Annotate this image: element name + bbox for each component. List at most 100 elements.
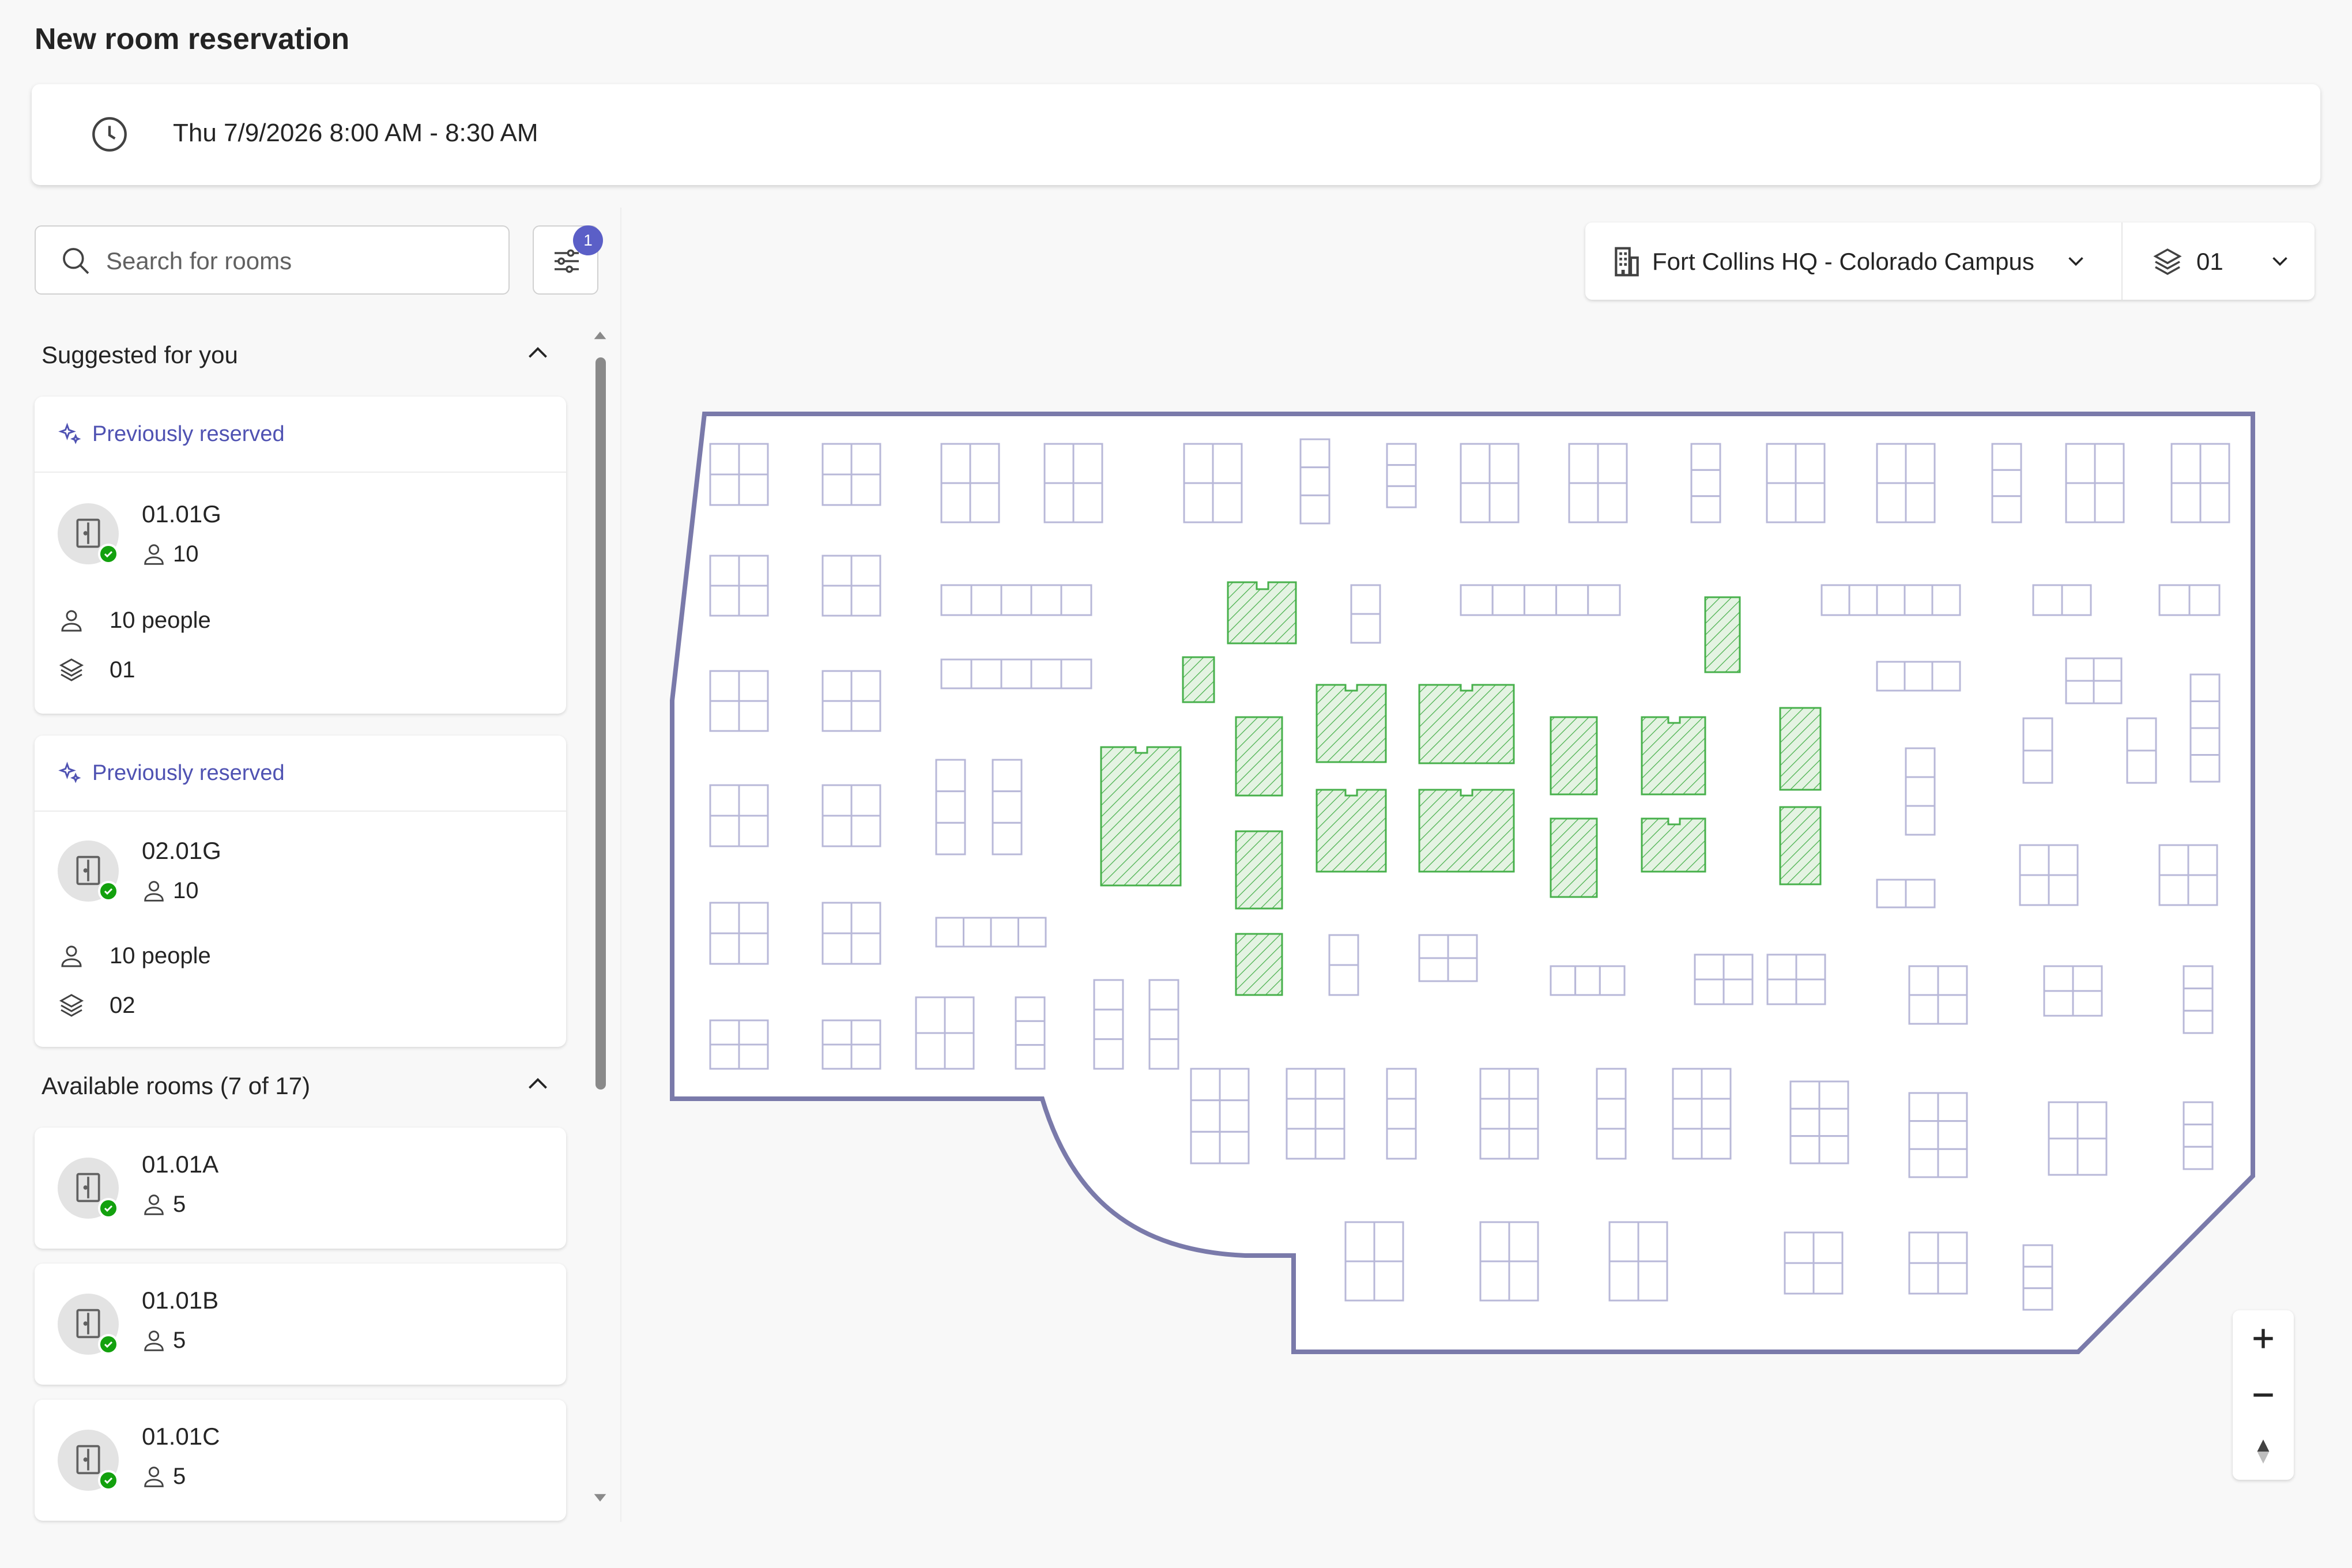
room-cell [1766,443,1797,484]
room-cell [2022,1265,2053,1290]
available-room[interactable] [1316,789,1387,873]
time-range: Thu 7/9/2026 8:00 AM - 8:30 AM [173,119,538,147]
room-cell [970,658,1002,689]
room-name: 02.01G [142,837,221,864]
zoom-in-button[interactable] [2233,1310,2294,1366]
chevron-up-icon[interactable] [523,1070,552,1099]
room-cell [1818,1080,1849,1110]
room-cell [1373,1221,1404,1262]
room-cell [738,815,769,847]
available-check-icon [98,544,119,564]
room-cell [1876,584,1906,616]
room-cell [2126,749,2157,784]
available-room[interactable] [1100,746,1182,887]
chevron-up-icon[interactable] [523,339,552,368]
room-cell [850,473,881,506]
room-cell [850,1043,881,1070]
room-cell [1905,482,1936,523]
scroll-down-arrow[interactable] [593,1490,608,1505]
available-room[interactable] [1235,933,1283,996]
room-cell [2061,584,2092,616]
room-capacity: 5 [141,1191,186,1218]
room-cell [1599,965,1626,996]
available-room[interactable] [1418,789,1515,873]
room-cell [1876,661,1906,692]
room-cell [935,821,966,855]
room-cell [1386,443,1417,466]
available-room[interactable] [1641,716,1706,796]
available-room[interactable] [1550,817,1598,898]
zoom-out-button[interactable] [2233,1367,2294,1422]
room-card[interactable]: 01.01A 5 [35,1128,566,1249]
room-cell [2093,680,2123,704]
room-cell [2076,1137,2108,1176]
room-cell [1460,584,1494,616]
previously-reserved-tag: Previously reserved [92,761,285,785]
room-cell [821,1019,853,1046]
room-cell [1072,443,1103,484]
room-cell [2189,700,2221,729]
room-cell [821,784,853,817]
room-cell [1701,1068,1732,1100]
room-cell [1701,1098,1732,1130]
room-card[interactable]: 01.01C 5 [35,1400,566,1521]
available-room[interactable] [1227,581,1297,644]
available-room[interactable] [1779,806,1822,885]
available-room[interactable] [1235,830,1283,910]
building-label: Fort Collins HQ - Colorado Campus [1652,248,2034,275]
room-cell [1597,482,1628,523]
room-cell [1043,482,1075,523]
room-cell [2072,990,2103,1017]
room-cell [821,932,853,965]
room-cell [1848,584,1878,616]
available-room[interactable] [1182,656,1215,703]
room-cell [1212,482,1243,523]
floor-dropdown[interactable]: 01 [2123,223,2315,300]
room-cell [850,815,881,847]
time-selector[interactable]: Thu 7/9/2026 8:00 AM - 8:30 AM [32,84,2320,185]
door-icon [76,1445,100,1475]
available-room[interactable] [1779,707,1822,791]
room-cell [1190,1068,1221,1102]
room-cell [1789,1080,1820,1110]
compass-button[interactable] [2233,1423,2294,1479]
person-icon [61,610,82,632]
available-room[interactable] [1704,596,1741,673]
suggested-room-card[interactable]: Previously reserved 01.01G 10 10 people … [35,397,566,714]
room-cell [1015,1044,1046,1070]
person-icon [61,945,82,967]
available-room[interactable] [1418,684,1515,764]
room-cell [969,443,1000,484]
room-cell [738,555,769,587]
room-cell [850,555,881,587]
room-cell [1344,1260,1375,1302]
layers-icon [2153,248,2182,276]
room-cell [1447,957,1478,982]
room-cell [738,784,769,817]
avatar [58,840,119,902]
building-dropdown[interactable]: Fort Collins HQ - Colorado Campus [1585,223,2123,300]
filter-count-badge: 1 [573,225,603,255]
room-cell [709,473,740,506]
room-cell [1479,1221,1510,1262]
room-cell [1690,495,1721,523]
scroll-up-arrow[interactable] [593,329,608,344]
available-room[interactable] [1316,684,1387,763]
available-room[interactable] [1235,716,1283,797]
search-input[interactable] [105,244,488,278]
room-cell [1183,482,1214,523]
room-card[interactable]: 01.01B 5 [35,1264,566,1385]
room-capacity: 10 [141,877,199,904]
scrollbar-thumb[interactable] [595,357,606,1090]
room-cell [1350,613,1381,644]
room-cell [1672,1128,1703,1160]
room-cell [940,658,973,689]
room-cell [2048,1137,2079,1176]
floor-plan-map[interactable] [634,357,2329,1395]
suggested-room-card[interactable]: Previously reserved 02.01G 10 10 people … [35,736,566,1047]
available-room[interactable] [1641,817,1706,873]
room-cell [1931,584,1961,616]
person-icon [144,881,164,902]
room-cell [969,482,1000,523]
available-room[interactable] [1550,716,1598,796]
